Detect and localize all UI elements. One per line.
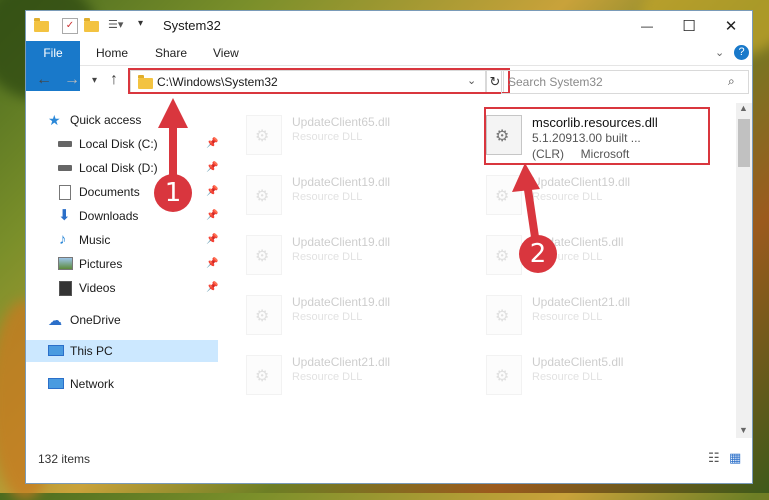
sidebar-item-local-disk-c[interactable]: Local Disk (C:) 📌 [26,133,218,155]
up-arrow-icon[interactable]: ↑ [110,71,118,89]
recent-locations-icon[interactable]: ▾ [92,75,97,86]
network-icon [48,378,64,389]
tab-share[interactable]: Share [155,41,187,65]
file-explorer-window: ✓ ☰▾ ▾ System32 — ☐ ✕ File Home Share Vi… [26,11,752,483]
sidebar-item-local-disk-d[interactable]: Local Disk (D:) 📌 [26,157,218,179]
details-view-icon[interactable]: ☷ [708,450,720,466]
file-item[interactable]: UpdateClient5.dll Resource DLL [486,349,706,399]
sidebar-item-this-pc[interactable]: This PC [26,340,218,362]
dll-file-icon [246,175,282,215]
pin-icon[interactable]: 📌 [206,181,218,203]
forward-arrow-icon[interactable]: → [64,71,80,89]
dll-file-icon [246,295,282,335]
status-bar: 132 items ☷ ▦ [26,448,752,470]
new-folder-icon[interactable] [84,18,99,32]
file-item[interactable]: UpdateClient19.dll Resource DLL [246,229,466,279]
file-item[interactable]: UpdateClient21.dll Resource DLL [246,349,466,399]
videos-icon [59,281,72,296]
tab-home[interactable]: Home [96,41,128,65]
file-item[interactable]: UpdateClient19.dll Resource DLL [486,169,706,219]
documents-icon [59,185,71,200]
help-icon[interactable]: ? [734,45,749,60]
sidebar-item-music[interactable]: ♪ Music 📌 [26,229,218,251]
star-icon: ★ [48,112,61,128]
navigation-pane: ★ Quick access Local Disk (C:) 📌 Local D… [26,103,218,448]
folder-icon [34,18,49,32]
pin-icon[interactable]: 📌 [206,277,218,299]
sidebar-item-quick-access[interactable]: ★ Quick access [26,109,218,131]
pin-icon[interactable]: 📌 [206,253,218,275]
dll-file-icon [486,355,522,395]
drive-icon [58,141,72,147]
pin-icon[interactable]: 📌 [206,157,218,179]
customize-toolbar-icon[interactable]: ☰▾ [108,18,123,32]
dll-file-icon [486,235,522,275]
music-note-icon: ♪ [59,231,67,248]
sidebar-item-pictures[interactable]: Pictures 📌 [26,253,218,275]
drive-icon [58,165,72,171]
search-icon: ⌕ [728,74,735,88]
sidebar-item-network[interactable]: Network [26,373,218,395]
dll-file-icon [486,175,522,215]
dll-file-icon [486,295,522,335]
close-button[interactable]: ✕ [710,11,752,41]
sidebar-item-downloads[interactable]: ⬇ Downloads 📌 [26,205,218,227]
pin-icon[interactable]: 📌 [206,205,218,227]
file-item[interactable]: UpdateClient19.dll Resource DLL [246,169,466,219]
address-highlight-box [128,68,510,94]
title-bar: ✓ ☰▾ ▾ System32 — ☐ ✕ [26,11,752,41]
large-icons-view-icon[interactable]: ▦ [729,450,741,466]
back-arrow-icon[interactable]: ← [36,71,52,89]
vertical-scrollbar[interactable]: ▲ ▼ [736,103,752,438]
navigation-bar: ← → ▾ ↑ C:\Windows\System32 ⌄ ↻ Search S… [26,66,752,98]
dll-file-icon [246,355,282,395]
minimize-button[interactable]: — [626,11,668,41]
ribbon-tabs: File Home Share View ⌄ ? [26,41,752,91]
dropdown-arrow-icon[interactable]: ▾ [138,18,152,32]
scroll-down-icon[interactable]: ▼ [739,425,748,435]
tab-view[interactable]: View [213,41,239,65]
computer-icon [48,345,64,356]
pictures-icon [58,257,73,270]
dll-file-icon [246,235,282,275]
file-item[interactable]: UpdateClient21.dll Resource DLL [486,289,706,339]
item-count: 132 items [38,452,91,466]
file-highlight-box [484,107,710,165]
dll-file-icon [246,115,282,155]
sidebar-item-onedrive[interactable]: ☁ OneDrive [26,309,218,331]
pin-icon[interactable]: 📌 [206,229,218,251]
properties-icon[interactable]: ✓ [62,18,78,34]
search-placeholder: Search System32 [508,75,603,89]
search-input[interactable]: Search System32 ⌕ [501,70,749,94]
scroll-up-icon[interactable]: ▲ [739,103,748,113]
scrollbar-thumb[interactable] [738,119,750,167]
maximize-button[interactable]: ☐ [668,11,710,41]
step-1-marker: 1 [154,174,192,212]
pin-icon[interactable]: 📌 [206,133,218,155]
cloud-icon: ☁ [48,312,62,328]
file-item[interactable]: UpdateClient19.dll Resource DLL [246,289,466,339]
download-arrow-icon: ⬇ [58,207,71,224]
window-title: System32 [163,18,221,33]
expand-ribbon-icon[interactable]: ⌄ [715,41,724,65]
step-2-marker: 2 [519,235,557,273]
sidebar-item-videos[interactable]: Videos 📌 [26,277,218,299]
file-item[interactable]: UpdateClient65.dll Resource DLL [246,109,466,159]
